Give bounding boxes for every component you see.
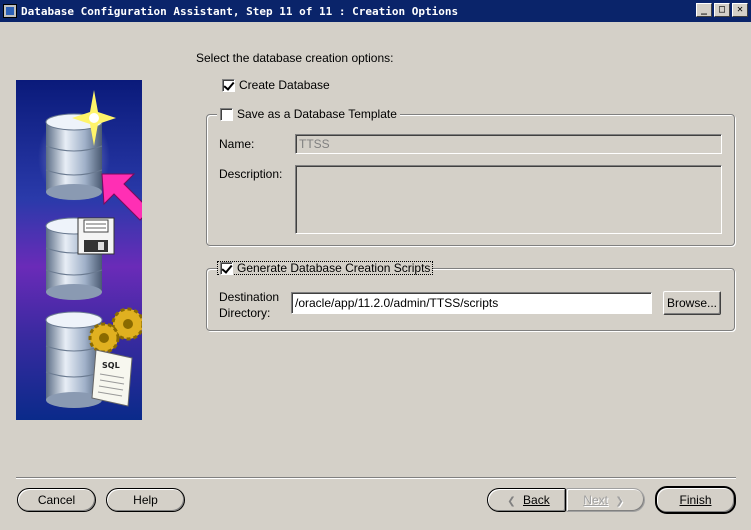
generate-scripts-label: Generate Database Creation Scripts (237, 261, 431, 275)
template-description-field[interactable] (295, 165, 722, 234)
window-title: Database Configuration Assistant, Step 1… (21, 4, 459, 18)
destination-directory-label: Destination Directory: (219, 289, 279, 321)
destination-label-line2: Directory: (219, 306, 271, 320)
illustration-svg: SQL (38, 90, 142, 408)
finish-button[interactable]: Finish (655, 486, 736, 514)
pointer-arrow-icon (101, 173, 142, 221)
cancel-button[interactable]: Cancel (17, 488, 96, 512)
destination-directory-field[interactable]: /oracle/app/11.2.0/admin/TTSS/scripts (291, 292, 652, 314)
save-template-option[interactable]: Save as a Database Template (217, 107, 400, 121)
browse-button[interactable]: Browse... (663, 291, 721, 315)
cancel-button-label: Cancel (37, 493, 76, 507)
wizard-illustration: SQL (16, 80, 142, 420)
maximize-button[interactable]: □ (714, 3, 730, 17)
floppy-disk-icon (77, 217, 115, 255)
help-button-label: Help (133, 493, 158, 507)
window-titlebar: Database Configuration Assistant, Step 1… (0, 0, 751, 22)
generate-scripts-option[interactable]: Generate Database Creation Scripts (217, 261, 434, 275)
sql-scroll-icon: SQL (91, 349, 133, 407)
sql-label: SQL (102, 361, 120, 370)
save-template-checkbox[interactable] (220, 107, 233, 121)
create-database-option[interactable]: Create Database (222, 78, 330, 92)
create-database-checkbox[interactable] (222, 78, 235, 92)
destination-label-line1: Destination (219, 290, 280, 304)
template-name-label: Name: (219, 137, 255, 151)
minimize-button[interactable]: _ (696, 3, 712, 17)
next-button[interactable]: Next ❯ (566, 488, 645, 512)
app-icon[interactable] (3, 4, 17, 18)
window-controls: _ □ ✕ (694, 3, 748, 17)
database-icon (38, 112, 110, 202)
help-button[interactable]: Help (106, 488, 185, 512)
options-heading: Select the database creation options: (196, 51, 394, 65)
finish-button-label: Finish (679, 493, 712, 507)
chevron-right-icon: ❯ (615, 496, 624, 507)
generate-scripts-checkbox[interactable] (220, 261, 233, 275)
next-button-label: Next (583, 493, 608, 507)
save-template-label: Save as a Database Template (237, 107, 397, 121)
dialog-body: SQL Select the database creation options… (0, 22, 751, 530)
back-button-label: Back (523, 493, 550, 507)
create-database-label: Create Database (239, 78, 330, 92)
template-description-label: Description: (219, 167, 283, 181)
chevron-left-icon: ❮ (507, 496, 516, 507)
template-name-field[interactable]: TTSS (295, 134, 722, 154)
close-button[interactable]: ✕ (732, 3, 748, 17)
footer-separator (16, 477, 736, 479)
back-button[interactable]: ❮ Back (487, 488, 566, 512)
